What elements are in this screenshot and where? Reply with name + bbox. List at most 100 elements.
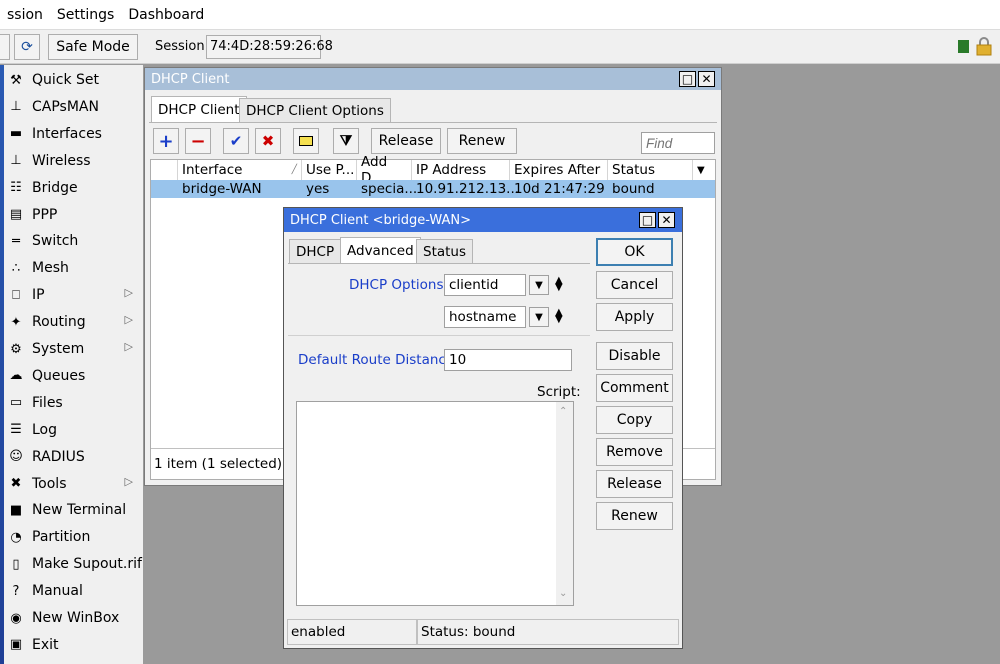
dhcp-option-2-field[interactable]: hostname [444, 306, 526, 328]
sidebar-item-label: Wireless [32, 152, 91, 169]
updown-icon-2[interactable]: ▲ ▼ [555, 308, 563, 325]
radius-icon: ☺ [9, 449, 23, 465]
sidebar-item-bridge[interactable]: ☷ Bridge [6, 175, 143, 201]
sidebar-item-tools[interactable]: ✖ Tools ▷ [6, 471, 143, 497]
dialog-titlebar[interactable]: DHCP Client <bridge-WAN> [284, 208, 682, 232]
script-textarea[interactable]: ⌃ ⌄ [296, 401, 574, 606]
remove-button[interactable]: Remove [596, 438, 673, 466]
sidebar-item-label: IP [32, 287, 45, 304]
column-add-default[interactable]: Add D... [357, 154, 412, 186]
tab-dhcp-client[interactable]: DHCP Client [151, 96, 247, 122]
sidebar-item-quick-set[interactable]: ⚒ Quick Set [6, 67, 143, 93]
scroll-up-icon[interactable]: ⌃ [559, 406, 567, 417]
column-ip-address[interactable]: IP Address [412, 160, 510, 180]
redo-icon[interactable]: ⟳ [14, 34, 40, 60]
apply-button[interactable]: Apply [596, 303, 673, 331]
sidebar-item-label: Make Supout.rif [32, 556, 142, 573]
sidebar-item-capsman[interactable]: ⊥ CAPsMAN [6, 94, 143, 120]
sidebar: ⚒ Quick Set ⊥ CAPsMAN ▬ Interfaces ⊥ Wireless ☷ B… [0, 65, 143, 664]
sidebar-item-files[interactable]: ▭ Files [6, 390, 143, 416]
script-scrollbar[interactable]: ⌃ ⌄ [556, 402, 573, 605]
column-expires-after[interactable]: Expires After [510, 160, 608, 180]
scroll-down-icon[interactable]: ⌄ [559, 588, 567, 599]
column-status[interactable]: Status [608, 160, 693, 180]
tab-dhcp-client-options[interactable]: DHCP Client Options [239, 98, 391, 122]
undo-button[interactable] [0, 34, 10, 60]
release-button-dialog[interactable]: Release [596, 470, 673, 498]
sidebar-item-ip[interactable]: ⎕ IP ▷ [6, 282, 143, 308]
tab-status[interactable]: Status [416, 239, 474, 263]
dialog-maximize-icon[interactable]: □ [639, 212, 656, 228]
copy-button[interactable]: Copy [596, 406, 673, 434]
filter-icon[interactable]: ⧩ [333, 128, 359, 154]
cell-ip: 10.91.212.13... [416, 181, 520, 197]
sidebar-item-manual[interactable]: ? Manual [6, 578, 143, 604]
routing-icon: ✦ [10, 314, 22, 330]
route-distance-field[interactable]: 10 [444, 349, 572, 371]
sidebar-item-switch[interactable]: ═ Switch [6, 228, 143, 254]
column-menu-icon[interactable]: ▼ [693, 160, 715, 180]
add-icon[interactable]: + [153, 128, 179, 154]
sidebar-item-routing[interactable]: ✦ Routing ▷ [6, 309, 143, 335]
status-indicator [958, 40, 969, 53]
sidebar-item-label: PPP [32, 206, 58, 223]
close-icon[interactable]: ✕ [698, 71, 715, 87]
comment-button[interactable]: Comment [596, 374, 673, 402]
sidebar-item-interfaces[interactable]: ▬ Interfaces [6, 121, 143, 147]
sidebar-item-ppp[interactable]: ▤ PPP [6, 202, 143, 228]
updown-icon[interactable]: ▲ ▼ [555, 276, 563, 293]
wireless-icon: ⊥ [10, 153, 22, 169]
sidebar-item-label: New WinBox [32, 610, 120, 626]
dialog-close-icon[interactable]: ✕ [658, 212, 675, 228]
submenu-arrow-icon: ▷ [124, 474, 133, 488]
table-row[interactable]: bridge-WAN yes specia... 10.91.212.13...… [151, 180, 715, 198]
renew-button-dialog[interactable]: Renew [596, 502, 673, 530]
toolbar: ⟳ Safe Mode Session: 74:4D:28:59:26:68 [0, 30, 1000, 64]
release-button[interactable]: Release [371, 128, 441, 154]
sidebar-item-mesh[interactable]: ∴ Mesh [6, 255, 143, 281]
dropdown-icon-2[interactable]: ▼ [529, 307, 549, 327]
tab-dhcp[interactable]: DHCP [289, 239, 342, 263]
enable-icon[interactable]: ✔ [223, 128, 249, 154]
cancel-button[interactable]: Cancel [596, 271, 673, 299]
sidebar-item-queues[interactable]: ☁ Queues [6, 363, 143, 389]
submenu-arrow-icon: ▷ [124, 340, 133, 353]
dhcp-option-1-field[interactable]: clientid [444, 274, 526, 296]
sidebar-item-label: Partition [32, 529, 91, 546]
sidebar-item-system[interactable]: ⚙ System ▷ [6, 336, 143, 362]
system-icon: ⚙ [10, 341, 22, 357]
cell-use-peer: yes [306, 181, 330, 197]
session-field[interactable]: 74:4D:28:59:26:68 [206, 35, 333, 59]
sidebar-item-new-terminal[interactable]: ■ New Terminal [6, 497, 143, 523]
sidebar-item-new-winbox[interactable]: ◉ New WinBox [6, 605, 143, 631]
find-input[interactable] [641, 132, 715, 154]
status-bound: Status: bound [417, 619, 679, 645]
remove-icon[interactable]: − [185, 128, 211, 154]
table-footer: 1 item (1 selected) [154, 456, 283, 472]
tab-advanced[interactable]: Advanced [340, 237, 421, 263]
renew-button[interactable]: Renew [447, 128, 517, 154]
disable-button[interactable]: Disable [596, 342, 673, 370]
sidebar-item-radius[interactable]: ☺ RADIUS [6, 444, 143, 470]
menu-session[interactable]: ssion [0, 7, 50, 23]
sidebar-item-partition[interactable]: ◔ Partition [6, 524, 143, 550]
sidebar-item-label: Switch [32, 233, 79, 250]
safe-mode-button[interactable]: Safe Mode [48, 34, 138, 60]
menu-dashboard[interactable]: Dashboard [121, 7, 211, 23]
tab-divider [149, 122, 717, 123]
ok-button[interactable]: OK [596, 238, 673, 266]
column-flags[interactable] [151, 160, 178, 180]
sidebar-item-wireless[interactable]: ⊥ Wireless [6, 148, 143, 174]
sidebar-item-make-supout-rif[interactable]: ▯ Make Supout.rif [6, 551, 143, 577]
maximize-icon[interactable]: □ [679, 71, 696, 87]
column-interface[interactable]: Interface ╱ [178, 160, 302, 180]
comment-icon[interactable] [293, 128, 319, 154]
disable-icon[interactable]: ✖ [255, 128, 281, 154]
menu-settings[interactable]: Settings [50, 7, 121, 23]
dhcp-window-titlebar[interactable]: DHCP Client [145, 68, 721, 90]
switch-icon: ═ [12, 233, 20, 249]
sidebar-item-exit[interactable]: ▣ Exit [6, 632, 143, 658]
column-use-peer[interactable]: Use P... [302, 160, 357, 180]
sidebar-item-log[interactable]: ☰ Log [6, 417, 143, 443]
dropdown-icon[interactable]: ▼ [529, 275, 549, 295]
